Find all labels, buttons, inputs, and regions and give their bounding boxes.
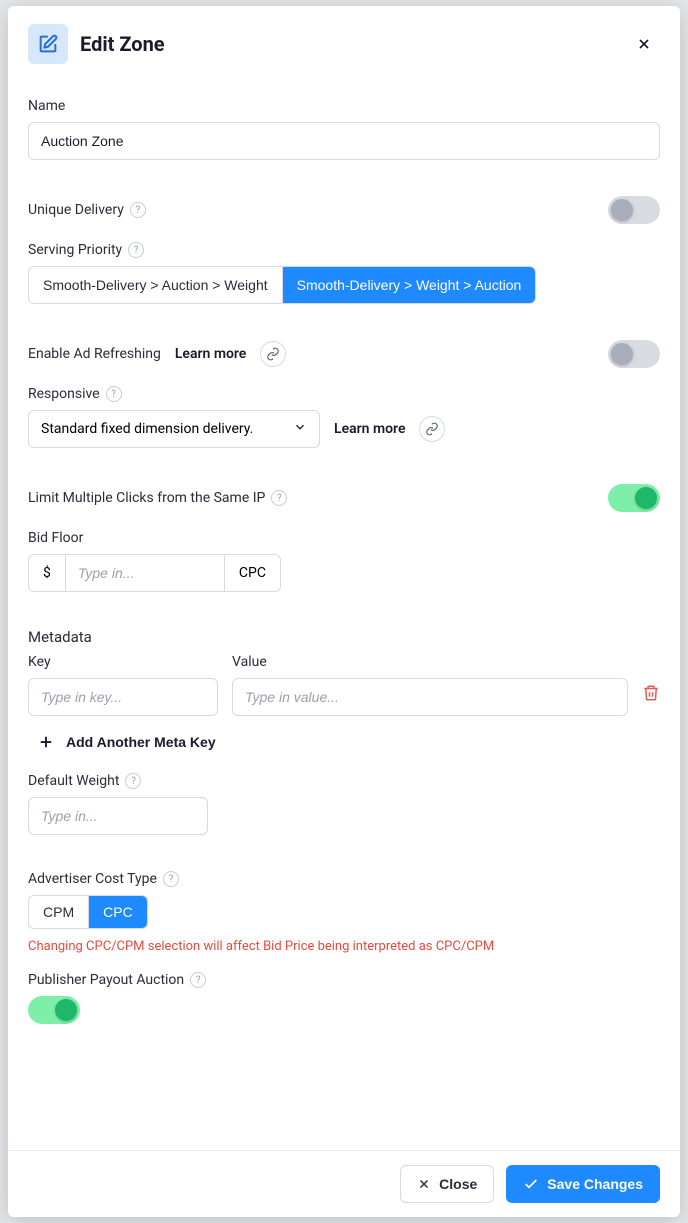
bid-floor-section: Bid Floor $ CPC [28,530,660,592]
learn-more-link[interactable]: Learn more [175,346,246,362]
modal-footer: Close Save Changes [8,1150,680,1217]
cost-type-warning: Changing CPC/CPM selection will affect B… [28,939,660,954]
check-icon [523,1176,539,1192]
link-icon[interactable] [260,341,286,367]
serving-priority-label: Serving Priority ? [28,242,660,258]
meta-key-label: Key [28,654,218,670]
unit-suffix: CPC [225,555,280,591]
name-label: Name [28,98,660,114]
publisher-payout-section: Publisher Payout Auction ? [28,972,660,1024]
unique-delivery-label: Unique Delivery ? [28,202,146,218]
modal-body: Name Unique Delivery ? Serving Priority … [8,70,680,1150]
meta-value-label: Value [232,654,628,670]
add-meta-button[interactable]: Add Another Meta Key [28,732,216,752]
cost-type-cpm[interactable]: CPM [29,896,88,928]
limit-clicks-label: Limit Multiple Clicks from the Same IP ? [28,490,287,506]
name-section: Name [28,98,660,160]
responsive-select[interactable]: Standard fixed dimension delivery. [28,410,320,448]
close-button[interactable]: Close [400,1165,494,1203]
unique-delivery-section: Unique Delivery ? [28,196,660,224]
ad-refreshing-label: Enable Ad Refreshing [28,346,161,362]
learn-more-link[interactable]: Learn more [334,421,405,437]
serving-priority-opt-1[interactable]: Smooth-Delivery > Weight > Auction [282,267,536,303]
ad-refreshing-toggle[interactable] [608,340,660,368]
metadata-section: Metadata Key Value Add Another Meta [28,628,660,755]
cost-type-label: Advertiser Cost Type ? [28,871,660,887]
metadata-heading: Metadata [28,628,660,646]
metadata-row: Key Value [28,654,660,716]
help-icon[interactable]: ? [125,773,141,789]
meta-key-input[interactable] [28,678,218,716]
meta-value-input[interactable] [232,678,628,716]
responsive-section: Responsive ? Standard fixed dimension de… [28,386,660,448]
close-icon[interactable] [628,28,660,60]
help-icon[interactable]: ? [163,871,179,887]
help-icon[interactable]: ? [106,386,122,402]
help-icon[interactable]: ? [271,490,287,506]
default-weight-label: Default Weight ? [28,773,660,789]
serving-priority-opt-0[interactable]: Smooth-Delivery > Auction > Weight [29,267,282,303]
plus-icon [36,732,56,752]
link-icon[interactable] [419,416,445,442]
unique-delivery-toggle[interactable] [608,196,660,224]
serving-priority-section: Serving Priority ? Smooth-Delivery > Auc… [28,242,660,304]
x-icon [417,1177,431,1191]
title-group: Edit Zone [28,24,165,64]
currency-prefix: $ [29,555,65,591]
modal-header: Edit Zone [8,6,680,70]
chevron-down-icon [293,420,307,438]
help-icon[interactable]: ? [190,972,206,988]
responsive-label: Responsive ? [28,386,660,402]
cost-type-cpc[interactable]: CPC [88,896,147,928]
name-input[interactable] [28,122,660,160]
serving-priority-segmented: Smooth-Delivery > Auction > Weight Smoot… [28,266,536,304]
publisher-payout-label: Publisher Payout Auction ? [28,972,660,988]
edit-icon [28,24,68,64]
bid-floor-label: Bid Floor [28,530,660,546]
modal-title: Edit Zone [80,32,165,56]
default-weight-section: Default Weight ? [28,773,660,835]
cost-type-section: Advertiser Cost Type ? CPM CPC Changing … [28,871,660,954]
save-button[interactable]: Save Changes [506,1165,660,1203]
cost-type-segmented: CPM CPC [28,895,148,929]
help-icon[interactable]: ? [128,242,144,258]
ad-refreshing-section: Enable Ad Refreshing Learn more [28,340,660,368]
default-weight-input[interactable] [28,797,208,835]
edit-zone-modal: Edit Zone Name Unique Delivery ? Serving… [8,6,680,1217]
bid-floor-input-group: $ CPC [28,554,281,592]
bid-floor-input[interactable] [65,555,225,591]
help-icon[interactable]: ? [130,202,146,218]
trash-icon[interactable] [642,684,660,716]
limit-clicks-toggle[interactable] [608,484,660,512]
limit-clicks-section: Limit Multiple Clicks from the Same IP ? [28,484,660,512]
publisher-payout-toggle[interactable] [28,996,80,1024]
